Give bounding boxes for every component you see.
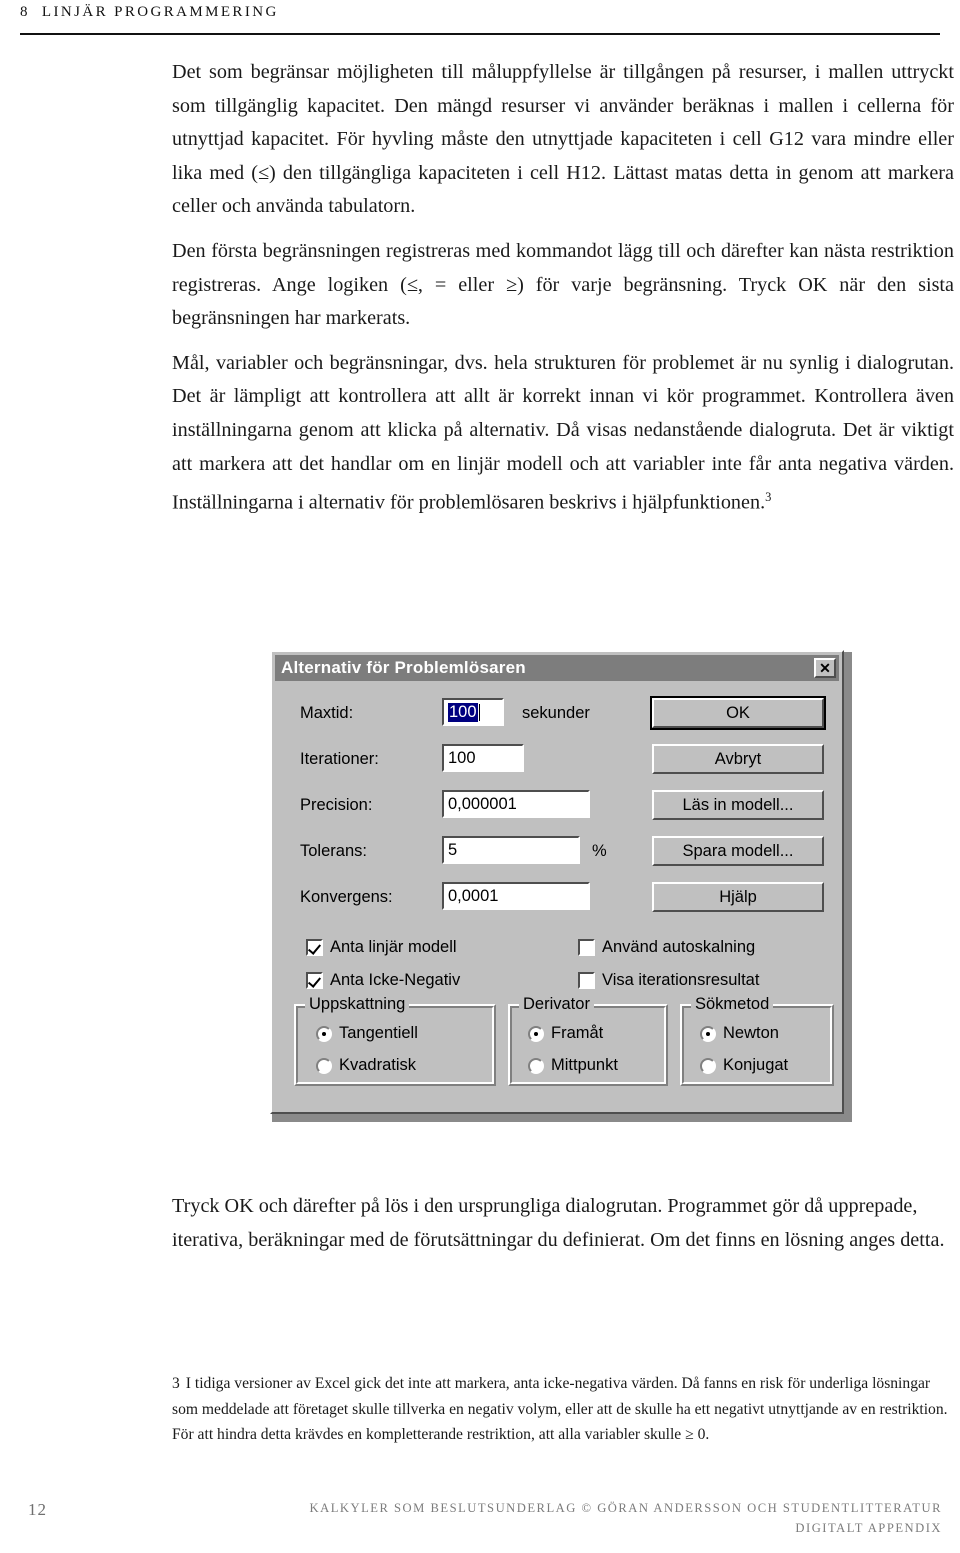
checkbox-label: Visa iterationsresultat: [602, 971, 760, 989]
radio-newton[interactable]: Newton: [700, 1024, 779, 1043]
konvergens-input-value: 0,0001: [448, 886, 499, 905]
running-head: 8 LINJÄR PROGRAMMERING: [20, 4, 279, 21]
text-caret: [478, 703, 480, 721]
paragraph-3: Mål, variabler och begränsningar, dvs. h…: [172, 347, 954, 521]
close-icon[interactable]: ✕: [814, 658, 836, 678]
radio-label: Konjugat: [723, 1056, 789, 1074]
checkbox-visa-iterationsresultat[interactable]: Visa iterationsresultat: [578, 971, 759, 990]
footnote-marker: 3: [765, 490, 772, 505]
radio-label: Mittpunkt: [551, 1056, 618, 1074]
group-derivator-title: Derivator: [519, 995, 594, 1014]
radio-icon: [316, 1057, 332, 1074]
checkbox-icon: [306, 939, 323, 956]
footnote-block: 3I tidiga versioner av Excel gick det in…: [172, 1371, 954, 1448]
label-maxtid: Maxtid:: [300, 704, 354, 722]
checkbox-icon: [578, 972, 595, 989]
checkbox-anvand-autoskalning[interactable]: Använd autoskalning: [578, 938, 755, 957]
checkbox-icon: [306, 972, 323, 989]
maxtid-input-value: 100: [448, 702, 478, 722]
iterationer-input-value: 100: [448, 748, 476, 767]
group-sokmetod-title: Sökmetod: [691, 995, 774, 1014]
checkbox-label: Använd autoskalning: [602, 938, 756, 956]
radio-framat[interactable]: Framåt: [528, 1024, 603, 1043]
radio-label: Kvadratisk: [339, 1056, 417, 1074]
group-derivator: Derivator Framåt Mittpunkt: [508, 995, 668, 1086]
checkbox-icon: [578, 939, 595, 956]
label-iterationer: Iterationer:: [300, 750, 379, 768]
colophon-line-1: KALKYLER SOM BESLUTSUNDERLAG © GÖRAN AND…: [309, 1501, 942, 1515]
tolerans-unit-label: %: [592, 842, 607, 860]
radio-label: Tangentiell: [339, 1024, 418, 1042]
radio-kvadratisk[interactable]: Kvadratisk: [316, 1056, 416, 1075]
checkbox-label: Anta linjär modell: [330, 938, 457, 956]
running-head-chapter-number: 8: [20, 4, 30, 20]
solver-options-dialog: Alternativ för Problemlösaren ✕ Maxtid: …: [270, 650, 844, 1114]
radio-icon: [700, 1025, 716, 1042]
page-number: 12: [28, 1500, 47, 1519]
body-text-after-dialog: Tryck OK och därefter på lös i den urspr…: [172, 1170, 954, 1278]
radio-tangentiell[interactable]: Tangentiell: [316, 1024, 418, 1043]
load-model-button[interactable]: Läs in modell...: [652, 790, 824, 820]
document-page: 8 LINJÄR PROGRAMMERING Det som begränsar …: [0, 0, 960, 1553]
paragraph-3-text: Mål, variabler och begränsningar, dvs. h…: [172, 351, 954, 514]
radio-mittpunkt[interactable]: Mittpunkt: [528, 1056, 618, 1075]
footnote-text: I tidiga versioner av Excel gick det int…: [172, 1375, 948, 1443]
precision-input[interactable]: 0,000001: [442, 790, 590, 818]
checkbox-anta-linjar-modell[interactable]: Anta linjär modell: [306, 938, 457, 957]
dialog-title: Alternativ för Problemlösaren: [281, 658, 526, 677]
radio-icon: [700, 1057, 716, 1074]
paragraph-1: Det som begränsar möjligheten till målup…: [172, 61, 954, 218]
radio-konjugat[interactable]: Konjugat: [700, 1056, 788, 1075]
paragraph-2: Den första begränsningen registreras med…: [172, 239, 954, 330]
save-model-button[interactable]: Spara modell...: [652, 836, 824, 866]
radio-icon: [528, 1057, 544, 1074]
paragraph-4: Tryck OK och därefter på lös i den urspr…: [172, 1195, 945, 1251]
header-rule: [20, 33, 940, 35]
footnote-number: 3: [172, 1375, 180, 1392]
konvergens-input[interactable]: 0,0001: [442, 882, 590, 910]
maxtid-unit-label: sekunder: [522, 704, 590, 722]
precision-input-value: 0,000001: [448, 794, 517, 813]
radio-icon: [316, 1025, 332, 1042]
dialog-titlebar: Alternativ för Problemlösaren ✕: [275, 655, 839, 681]
tolerans-input[interactable]: 5: [442, 836, 580, 864]
radio-icon: [528, 1025, 544, 1042]
label-tolerans: Tolerans:: [300, 842, 367, 860]
body-text-column: Det som begränsar möjligheten till målup…: [172, 56, 954, 520]
running-head-title: LINJÄR PROGRAMMERING: [41, 4, 279, 20]
group-sokmetod: Sökmetod Newton Konjugat: [680, 995, 834, 1086]
radio-label: Newton: [723, 1024, 779, 1042]
label-precision: Precision:: [300, 796, 373, 814]
colophon: KALKYLER SOM BESLUTSUNDERLAG © GÖRAN AND…: [310, 1498, 942, 1538]
radio-label: Framåt: [551, 1024, 604, 1042]
iterationer-input[interactable]: 100: [442, 744, 524, 772]
tolerans-input-value: 5: [448, 840, 458, 859]
colophon-line-2: DIGITALT APPENDIX: [795, 1521, 942, 1535]
checkbox-label: Anta Icke-Negativ: [330, 971, 461, 989]
maxtid-input[interactable]: 100: [442, 698, 504, 726]
label-konvergens: Konvergens:: [300, 888, 393, 906]
checkbox-anta-icke-negativ[interactable]: Anta Icke-Negativ: [306, 971, 460, 990]
group-uppskattning-title: Uppskattning: [305, 995, 410, 1014]
cancel-button[interactable]: Avbryt: [652, 744, 824, 774]
ok-button[interactable]: OK: [652, 698, 824, 728]
help-button[interactable]: Hjälp: [652, 882, 824, 912]
group-uppskattning: Uppskattning Tangentiell Kvadratisk: [294, 995, 496, 1086]
